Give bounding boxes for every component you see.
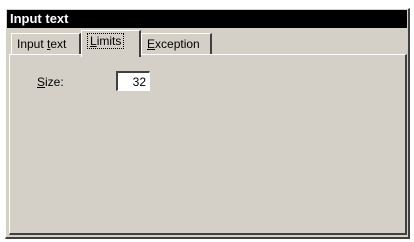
tab-exception-accel: E [147,37,156,51]
tab-limits[interactable]: Limits [81,30,141,57]
tab-limits-label-post: imits [96,34,122,48]
size-label-rest: ize: [45,75,64,89]
tab-limits-label: Limits [87,33,125,49]
tab-input-text-label-post: ext [50,37,67,51]
size-label: Size: [37,75,64,89]
size-label-accel: S [37,75,46,89]
size-input[interactable] [116,71,150,91]
tab-exception-label-post: xception [155,37,200,51]
tab-exception[interactable]: Exception [141,33,212,55]
title-bar: Input text [7,10,407,28]
tab-input-text[interactable]: Input text [11,33,81,55]
dialog-window: Input text Input text Exception Limits S… [5,8,410,239]
limits-panel: Size: [9,54,407,235]
tab-limits-accel: L [90,34,97,48]
tab-strip: Input text Exception Limits [9,30,407,57]
tab-input-text-label-pre: Input [17,37,48,51]
window-title: Input text [10,11,69,26]
